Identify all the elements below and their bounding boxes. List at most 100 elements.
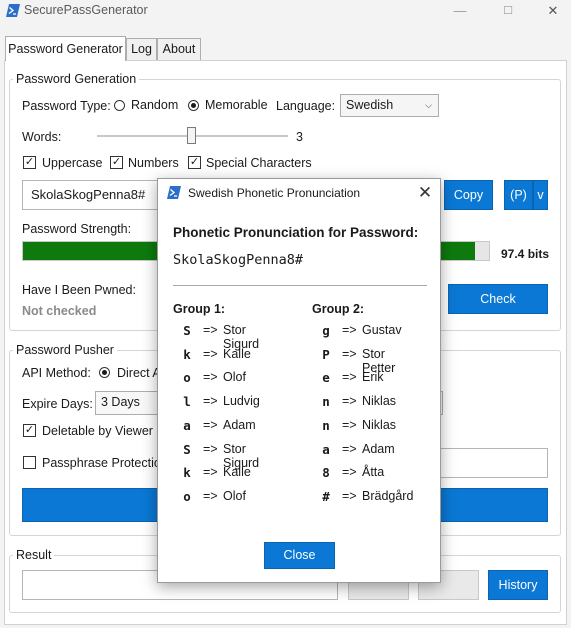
check-button[interactable]: Check (448, 284, 548, 314)
group2-title: Group 2: (312, 302, 365, 316)
phonetic-arrow: => (342, 465, 357, 480)
dialog-title: Swedish Phonetic Pronunciation (188, 186, 361, 200)
random-radio[interactable] (114, 100, 125, 111)
phonetic-char: P (322, 346, 330, 362)
special-characters-checkbox[interactable]: ✓ (188, 156, 201, 169)
api-method-label: API Method: (22, 366, 91, 380)
phonetic-word: Gustav (362, 323, 402, 337)
phonetic-word: Niklas (362, 417, 397, 432)
phonetic-arrow: => (203, 323, 218, 337)
numbers-checkbox[interactable]: ✓ (110, 156, 123, 169)
password-generation-title: Password Generation (13, 72, 140, 86)
language-label: Language: (276, 99, 336, 113)
phonetic-char: k (183, 465, 191, 481)
passphrase-checkbox[interactable] (23, 456, 36, 469)
phonetic-word: Kalle (223, 346, 251, 361)
phonetic-char: g (322, 323, 330, 338)
language-value: Swedish (346, 98, 394, 112)
phonetic-word: Olof (223, 488, 246, 503)
phonetic-char: n (322, 394, 330, 410)
phonetic-arrow: => (342, 441, 357, 456)
deletable-label: Deletable by Viewer (42, 424, 153, 438)
phonetic-char: # (322, 488, 330, 504)
dialog-title-bar: Swedish Phonetic Pronunciation ✕ (158, 179, 440, 207)
powershell-icon (6, 4, 20, 17)
phonetic-word: Brädgård (362, 488, 414, 503)
dialog-password: SkolaSkogPenna8# (173, 252, 304, 268)
phonetic-char: S (183, 441, 191, 457)
phonetic-arrow: => (342, 370, 357, 385)
strength-bits: 97.4 bits (501, 247, 550, 261)
words-value: 3 (296, 130, 303, 144)
direct-api-radio[interactable] (99, 367, 110, 378)
special-characters-label: Special Characters (206, 156, 312, 170)
expire-days-select[interactable]: 3 Days (95, 391, 165, 415)
words-slider-thumb[interactable] (187, 127, 196, 144)
expire-days-label: Expire Days: (22, 397, 93, 411)
phonetic-char: o (183, 488, 191, 504)
result-title: Result (13, 548, 55, 562)
dialog-body: Phonetic Pronunciation for Password: Sko… (158, 207, 440, 582)
phonetic-arrow: => (203, 417, 218, 432)
tab-about[interactable]: About (157, 38, 201, 60)
pwned-label: Have I Been Pwned: (22, 283, 136, 297)
uppercase-checkbox[interactable]: ✓ (23, 156, 36, 169)
phonetic-char: a (322, 441, 330, 457)
powershell-icon (167, 186, 181, 199)
language-select[interactable]: Swedish ⌵ (340, 94, 439, 117)
maximize-button[interactable]: ☐ (493, 2, 523, 20)
phonetic-char: S (183, 323, 191, 338)
phonetic-arrow: => (342, 323, 357, 337)
phonetic-arrow: => (203, 488, 218, 503)
phonetic-word: Erik (362, 370, 384, 385)
phonetic-arrow: => (203, 441, 218, 456)
phonetic-char: n (322, 417, 330, 433)
dialog-heading: Phonetic Pronunciation for Password: (173, 225, 419, 240)
tab-password-generator[interactable]: Password Generator (5, 36, 126, 61)
phonetic-char: l (183, 394, 191, 410)
phonetic-arrow: => (342, 417, 357, 432)
phonetic-arrow: => (203, 346, 218, 361)
dialog-close-button[interactable]: Close (264, 542, 335, 569)
phonetic-arrow: => (342, 394, 357, 409)
phonetic-word: Kalle (223, 465, 251, 480)
phonetic-char: k (183, 346, 191, 362)
close-icon[interactable]: ✕ (414, 182, 436, 204)
phonetic-char: o (183, 370, 191, 386)
password-pusher-title: Password Pusher (13, 343, 117, 357)
phonetic-char: e (322, 370, 330, 386)
passphrase-label: Passphrase Protection (42, 456, 168, 470)
phonetic-word: Niklas (362, 394, 397, 409)
copy-button[interactable]: Copy (444, 180, 493, 210)
phonetic-word: Adam (362, 441, 395, 456)
minimize-button[interactable]: — (445, 2, 475, 20)
chevron-down-icon: ⌵ (425, 100, 432, 110)
memorable-radio-label: Memorable (205, 98, 268, 112)
window-title: SecurePassGenerator (24, 3, 148, 17)
deletable-checkbox[interactable]: ✓ (23, 424, 36, 437)
pronunciation-button[interactable]: (P) (504, 180, 533, 210)
memorable-radio[interactable] (188, 100, 199, 111)
phonetic-dialog: Swedish Phonetic Pronunciation ✕ Phoneti… (157, 178, 441, 583)
passphrase-field[interactable] (438, 448, 548, 478)
group1-title: Group 1: (173, 302, 226, 316)
tab-log[interactable]: Log (126, 38, 157, 60)
phonetic-word: Adam (223, 417, 256, 432)
uppercase-label: Uppercase (42, 156, 103, 170)
title-bar: SecurePassGenerator — ☐ ✕ (0, 0, 571, 22)
phonetic-arrow: => (342, 346, 357, 361)
phonetic-arrow: => (203, 394, 218, 409)
direct-api-label: Direct A (117, 366, 161, 380)
phonetic-word: Olof (223, 370, 246, 385)
close-window-button[interactable]: ✕ (538, 2, 568, 20)
pwned-status: Not checked (22, 304, 97, 318)
random-radio-label: Random (131, 98, 179, 112)
dropdown-button[interactable]: v (533, 180, 548, 210)
history-button[interactable]: History (488, 570, 548, 600)
password-type-label: Password Type: (22, 99, 111, 113)
phonetic-arrow: => (203, 465, 218, 480)
password-strength-label: Password Strength: (22, 222, 132, 236)
words-label: Words: (22, 130, 62, 144)
phonetic-char: 8 (322, 465, 330, 481)
dialog-separator (173, 285, 427, 286)
